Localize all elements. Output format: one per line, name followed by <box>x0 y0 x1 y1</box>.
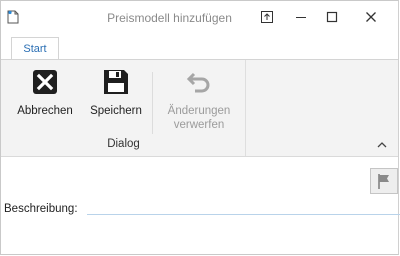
collapse-ribbon-chevron-up-icon[interactable] <box>376 140 388 150</box>
save-button[interactable]: Speichern <box>85 68 147 118</box>
undo-arrow-icon <box>186 72 210 93</box>
cancel-button-label: Abbrechen <box>17 105 73 117</box>
close-icon <box>366 12 376 22</box>
close-button[interactable] <box>358 7 384 27</box>
flag-button[interactable] <box>370 168 398 194</box>
dialog-window: Preismodell hinzufügen Start Abbrechen S… <box>0 0 400 255</box>
ribbon-group-label: Dialog <box>107 138 140 150</box>
minimize-icon <box>296 17 306 18</box>
ribbon-panel: Abbrechen Speichern Änderungen verwerfen… <box>1 59 398 157</box>
minimize-button[interactable] <box>288 7 314 27</box>
discard-changes-label-line1: Änderungen <box>167 105 231 117</box>
discard-changes-label-line2: verwerfen <box>173 119 225 131</box>
maximize-icon <box>326 11 338 23</box>
description-label: Beschreibung: <box>4 203 78 215</box>
restore-down-icon <box>261 11 273 23</box>
cancel-x-icon <box>33 70 57 94</box>
ribbon-group-dialog: Abbrechen Speichern Änderungen verwerfen… <box>1 60 246 156</box>
save-button-label: Speichern <box>90 105 142 117</box>
ribbon-tab-strip: Start <box>1 35 398 60</box>
restore-button[interactable] <box>254 7 280 27</box>
discard-changes-button[interactable]: Änderungen verwerfen <box>159 68 239 132</box>
tab-start[interactable]: Start <box>11 37 59 60</box>
title-bar: Preismodell hinzufügen <box>1 1 398 33</box>
ribbon-separator <box>152 72 153 134</box>
maximize-button[interactable] <box>319 7 345 27</box>
description-input[interactable] <box>87 214 400 215</box>
flag-icon <box>378 174 389 189</box>
cancel-button[interactable]: Abbrechen <box>13 68 77 118</box>
save-disk-icon <box>104 70 128 94</box>
